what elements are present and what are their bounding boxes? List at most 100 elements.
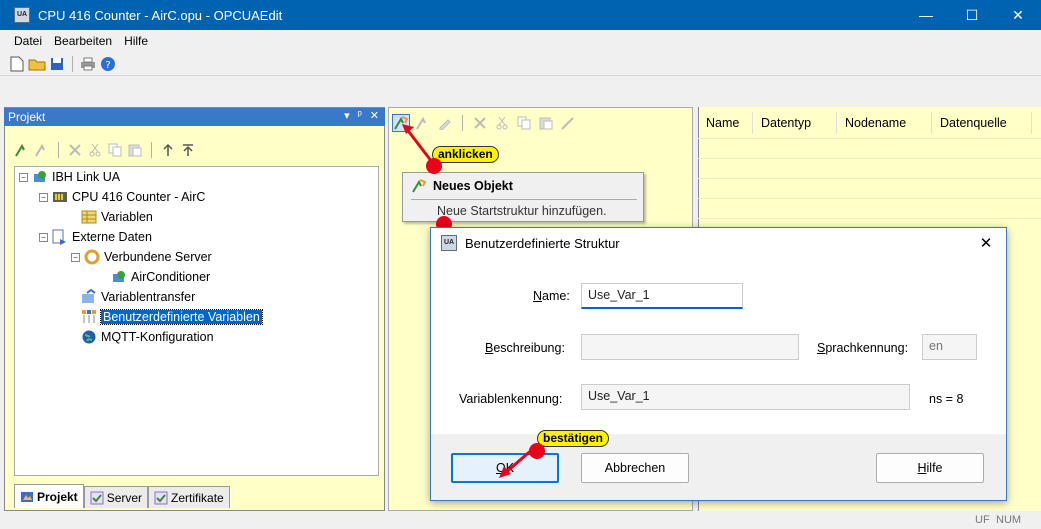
tree-node-externe-daten[interactable]: − Externe Daten <box>39 227 152 247</box>
dialog-close-button[interactable]: ✕ <box>966 228 1006 258</box>
new-file-icon[interactable] <box>8 55 26 73</box>
app-icon: UA <box>14 7 30 23</box>
print-icon[interactable] <box>79 55 97 73</box>
tree-node-ibh-link[interactable]: − IBH Link UA <box>19 167 120 187</box>
add-node-icon[interactable] <box>14 142 30 158</box>
tree-node-mqtt[interactable]: MQTT-Konfiguration <box>81 327 214 347</box>
panel-menu-button[interactable]: ▾ <box>344 109 350 122</box>
tooltip-divider <box>411 199 637 200</box>
tree-node-variablen[interactable]: Variablen <box>81 207 153 227</box>
copy-icon[interactable] <box>107 142 123 158</box>
menu-file[interactable]: Datei <box>8 34 48 48</box>
tree-node-label: AirConditioner <box>131 270 211 284</box>
cancel-button[interactable]: Abbrechen <box>581 453 689 483</box>
toolbar-separator <box>462 115 463 131</box>
project-tree: − IBH Link UA − CPU 416 Counter - AirC V… <box>14 166 379 476</box>
tab-label: Server <box>106 490 143 505</box>
project-panel-tabs: Projekt Server Zertifikate <box>14 484 230 508</box>
tree-node-airconditioner[interactable]: AirConditioner <box>111 267 210 287</box>
tooltip: Neues Objekt Neue Startstruktur hinzufüg… <box>402 172 644 222</box>
panel-pin-button[interactable]: ᵖ <box>358 109 362 122</box>
table-grid-line <box>698 178 1041 179</box>
edit-icon[interactable] <box>436 114 454 132</box>
menu-help[interactable]: Hilfe <box>118 34 154 48</box>
dialog-title-bar: UA Benutzerdefinierte Struktur ✕ <box>431 228 1006 258</box>
status-indicator-uf: UF <box>975 514 990 526</box>
project-panel-header: Projekt ▾ ᵖ ✕ <box>4 108 385 126</box>
tree-node-label: Benutzerdefinierte Variablen <box>100 309 263 325</box>
main-toolbar: ? <box>0 52 1041 76</box>
new-object-icon <box>412 179 427 193</box>
toolbar-separator <box>72 55 73 72</box>
help-icon[interactable]: ? <box>99 55 117 73</box>
paste-icon[interactable] <box>537 114 555 132</box>
certificate-tab-icon <box>154 491 168 504</box>
annotation-arrow <box>402 124 434 163</box>
tab-label: Zertifikate <box>171 490 224 505</box>
plc-icon <box>53 192 67 202</box>
external-data-icon <box>52 229 66 245</box>
tooltip-title-text: Neues Objekt <box>433 179 513 193</box>
tree-node-label: CPU 416 Counter - AirC <box>72 190 206 204</box>
delete-icon[interactable] <box>471 114 489 132</box>
cut-icon[interactable] <box>493 114 511 132</box>
tree-node-verbundene-server[interactable]: − Verbundene Server <box>71 247 212 267</box>
collapse-toggle[interactable]: − <box>39 232 48 242</box>
variable-id-field: Use_Var_1 <box>581 384 910 410</box>
column-header-nodename[interactable]: Nodename <box>837 112 932 134</box>
collapse-toggle[interactable]: − <box>19 172 28 182</box>
dialog-body: Name: Use_Var_1 Beschreibung: Sprachkenn… <box>431 258 1006 434</box>
rename-icon[interactable] <box>559 114 577 132</box>
add-child-icon[interactable] <box>34 142 50 158</box>
menu-edit[interactable]: Bearbeiten <box>48 34 118 48</box>
menu-bar: Datei Bearbeiten Hilfe <box>0 30 1041 52</box>
tree-node-benutzerdefinierte-variablen[interactable]: Benutzerdefinierte Variablen <box>81 307 263 327</box>
tab-label: Projekt <box>37 489 78 504</box>
namespace-text: ns = 8 <box>929 392 964 406</box>
panel-close-button[interactable]: ✕ <box>370 109 379 122</box>
tree-node-label: Verbundene Server <box>104 250 212 264</box>
collapse-toggle[interactable]: − <box>71 252 80 262</box>
tree-node-variablentransfer[interactable]: Variablentransfer <box>81 287 195 307</box>
tab-zertifikate[interactable]: Zertifikate <box>148 486 230 508</box>
tree-node-label: IBH Link UA <box>52 170 121 184</box>
server-tab-icon <box>90 491 104 504</box>
column-header-name[interactable]: Name <box>698 112 753 134</box>
save-icon[interactable] <box>48 55 66 73</box>
cut-icon[interactable] <box>87 142 103 158</box>
copy-icon[interactable] <box>515 114 533 132</box>
collapse-toggle[interactable]: − <box>39 192 48 202</box>
tab-projekt[interactable]: Projekt <box>14 484 84 508</box>
language-label: Sprachkennung: <box>817 341 909 355</box>
maximize-button[interactable]: ☐ <box>949 0 995 30</box>
project-toolbar <box>14 140 196 160</box>
move-top-icon[interactable] <box>180 142 196 158</box>
transfer-icon <box>82 289 96 303</box>
delete-icon[interactable] <box>67 142 83 158</box>
column-header-datatype[interactable]: Datentyp <box>753 112 837 134</box>
name-field[interactable]: Use_Var_1 <box>581 283 743 309</box>
custom-variables-icon <box>82 310 96 323</box>
tab-server[interactable]: Server <box>83 486 149 508</box>
paste-icon[interactable] <box>127 142 143 158</box>
description-field[interactable] <box>581 334 799 360</box>
open-folder-icon[interactable] <box>28 55 46 73</box>
device-icon <box>34 171 46 182</box>
move-up-icon[interactable] <box>160 142 176 158</box>
title-bar: UA CPU 416 Counter - AirC.opu - OPCUAEdi… <box>0 0 1041 30</box>
variable-id-label: Variablenkennung: <box>459 392 563 406</box>
help-button[interactable]: Hilfe <box>876 453 984 483</box>
table-grid-line <box>698 198 1041 199</box>
language-field[interactable]: en <box>922 334 977 360</box>
tree-node-cpu[interactable]: − CPU 416 Counter - AirC <box>39 187 205 207</box>
tree-node-label: Variablentransfer <box>101 290 196 304</box>
close-button[interactable]: ✕ <box>995 0 1041 30</box>
project-tab-icon <box>21 491 33 502</box>
table-header: Name Datentyp Nodename Datenquelle <box>698 112 1032 134</box>
minimize-button[interactable]: — <box>903 0 949 30</box>
globe-icon <box>82 330 96 344</box>
svg-text:?: ? <box>105 60 110 71</box>
tree-node-label: MQTT-Konfiguration <box>101 330 214 344</box>
column-header-datasource[interactable]: Datenquelle <box>932 112 1032 134</box>
annotation-click-label: anklicken <box>432 146 499 163</box>
